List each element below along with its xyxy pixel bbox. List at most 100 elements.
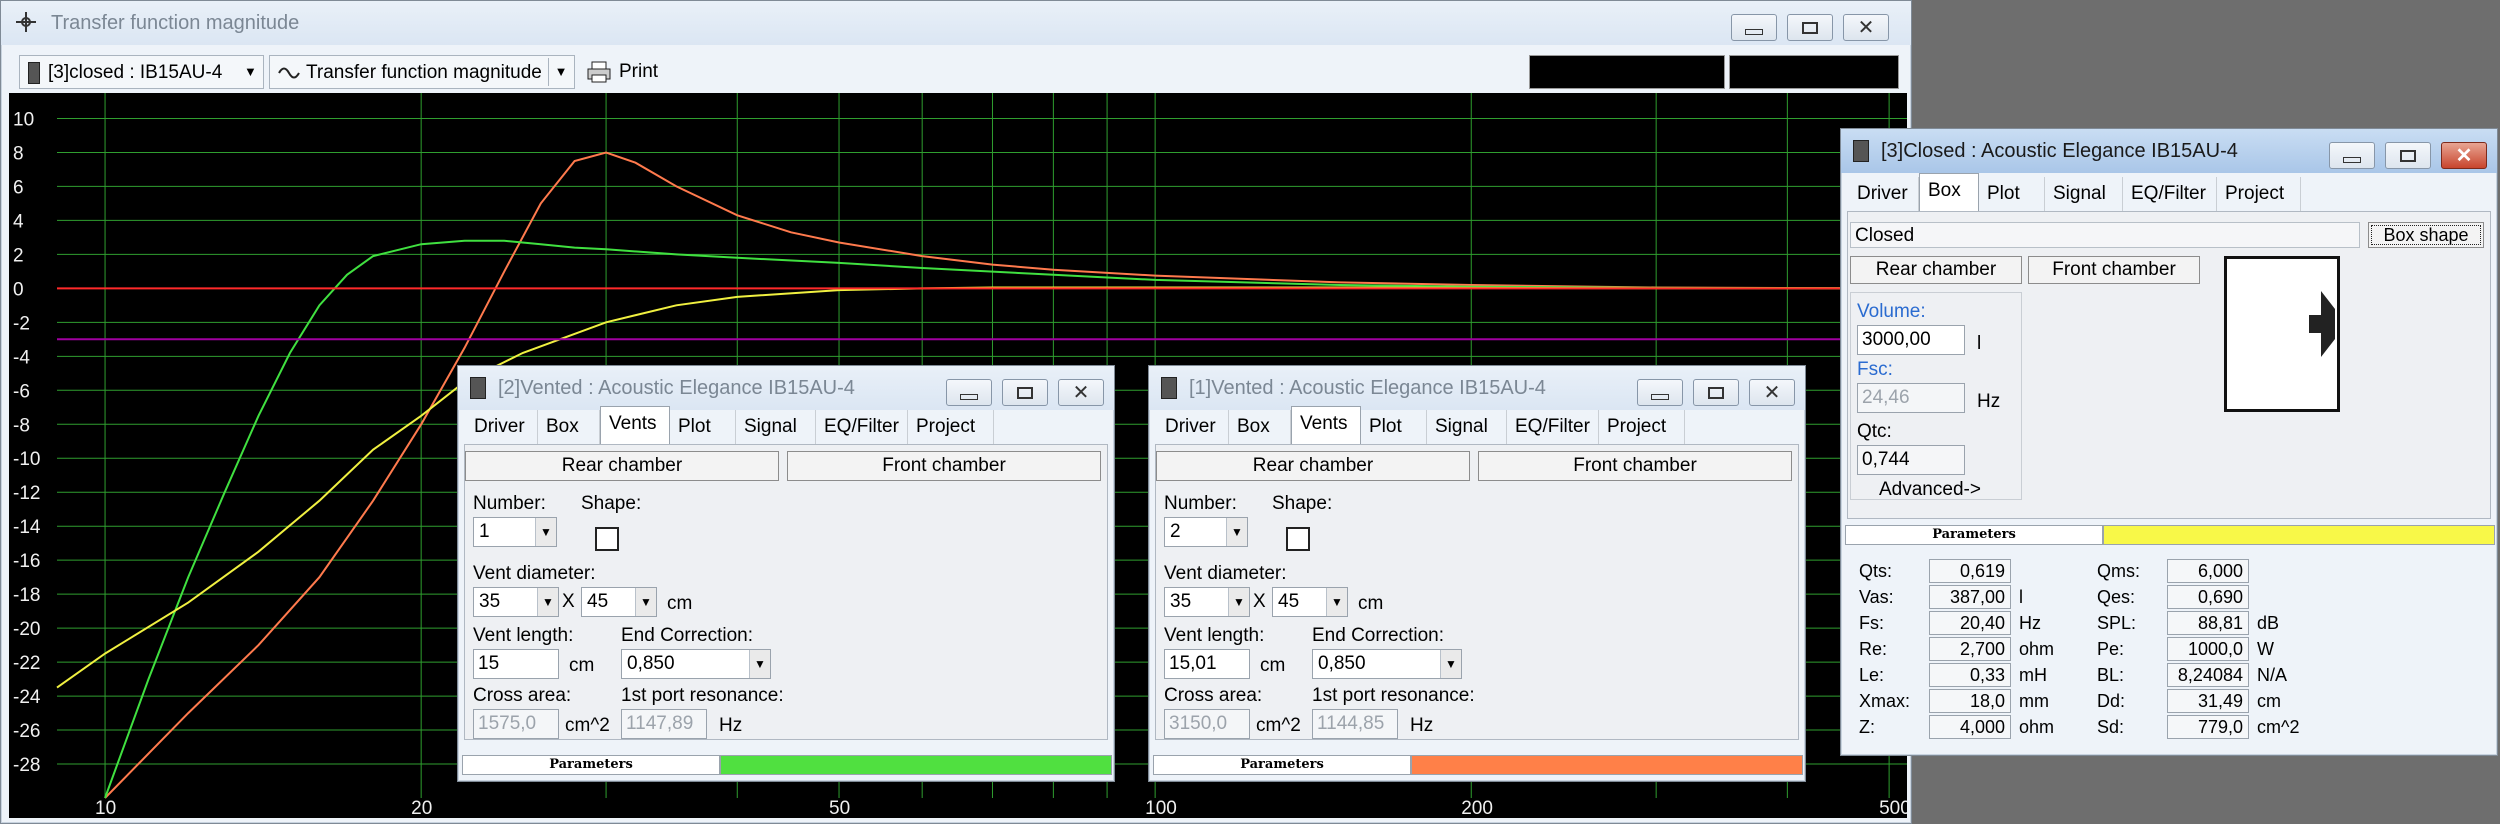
tab-project[interactable]: Project bbox=[2217, 177, 2301, 211]
vented1-panel: Rear chamber Front chamber Number: 2 ▼ Sh… bbox=[1155, 444, 1799, 740]
tab-signal[interactable]: Signal bbox=[736, 410, 816, 444]
vented2-minimize-button[interactable] bbox=[946, 379, 992, 406]
main-close-button[interactable]: ✕ bbox=[1843, 14, 1889, 41]
tab-eq-filter[interactable]: EQ/Filter bbox=[1507, 410, 1599, 444]
y-tick-label: 8 bbox=[13, 143, 24, 164]
vented1-titlebar[interactable]: [1]Vented : Acoustic Elegance IB15AU-4 ✕ bbox=[1149, 366, 1805, 410]
param-name: Le: bbox=[1859, 665, 1885, 685]
vented1-minimize-button[interactable] bbox=[1637, 379, 1683, 406]
param-name: SPL: bbox=[2097, 613, 2137, 633]
vented2-titlebar[interactable]: [2]Vented : Acoustic Elegance IB15AU-4 ✕ bbox=[458, 366, 1114, 410]
close-icon: ✕ bbox=[1072, 382, 1090, 404]
param-unit: mm bbox=[2019, 691, 2049, 711]
closed-titlebar[interactable]: [3]Closed : Acoustic Elegance IB15AU-4 ✕ bbox=[1841, 129, 2497, 173]
vent-length-input[interactable]: 15 bbox=[473, 649, 559, 679]
closed-minimize-button[interactable] bbox=[2329, 142, 2375, 169]
tab-eq-filter[interactable]: EQ/Filter bbox=[816, 410, 908, 444]
end-correction-select[interactable]: 0,850 ▼ bbox=[621, 649, 771, 679]
print-button[interactable]: Print bbox=[581, 55, 691, 89]
tab-plot[interactable]: Plot bbox=[1361, 410, 1427, 444]
tab-signal[interactable]: Signal bbox=[1427, 410, 1507, 444]
advanced-button[interactable]: Advanced-> bbox=[1879, 479, 1981, 501]
end-correction-select[interactable]: 0,850 ▼ bbox=[1312, 649, 1462, 679]
view-selector[interactable]: Transfer function magnitude ▼ bbox=[269, 55, 575, 89]
front-chamber-button[interactable]: Front chamber bbox=[787, 451, 1101, 481]
main-minimize-button[interactable] bbox=[1731, 14, 1777, 41]
vented1-params-header[interactable]: Parameters bbox=[1153, 755, 1803, 775]
qtc-label: Qtc: bbox=[1857, 421, 1892, 442]
rear-chamber-button[interactable]: Rear chamber bbox=[1156, 451, 1470, 481]
close-icon: ✕ bbox=[1763, 382, 1781, 404]
x-tick-label: 10 bbox=[95, 798, 116, 818]
port-resonance-unit: Hz bbox=[1410, 715, 1434, 736]
vent-diameter1-select[interactable]: 35 ▼ bbox=[473, 587, 559, 617]
fsc-field: 24,46 bbox=[1857, 383, 1965, 413]
shape-swatch[interactable] bbox=[1286, 527, 1310, 551]
tab-project[interactable]: Project bbox=[1599, 410, 1685, 444]
y-tick-label: 4 bbox=[13, 211, 24, 232]
front-chamber-button[interactable]: Front chamber bbox=[1478, 451, 1792, 481]
box-shape-button[interactable]: Box shape bbox=[2368, 222, 2484, 248]
number-select[interactable]: 2 ▼ bbox=[1164, 517, 1248, 547]
main-maximize-button[interactable] bbox=[1787, 14, 1833, 41]
end-correction-value: 0,850 bbox=[627, 653, 675, 674]
minimize-icon bbox=[960, 393, 978, 400]
param-name: Vas: bbox=[1859, 587, 1894, 607]
vent-length-input[interactable]: 15,01 bbox=[1164, 649, 1250, 679]
times-symbol: X bbox=[562, 591, 575, 612]
vented1-close-button[interactable]: ✕ bbox=[1749, 379, 1795, 406]
tab-box[interactable]: Box bbox=[1919, 173, 1979, 211]
y-tick-label: -16 bbox=[13, 551, 40, 572]
print-label: Print bbox=[619, 61, 659, 82]
tab-vents[interactable]: Vents bbox=[1291, 406, 1361, 444]
vented2-panel: Rear chamber Front chamber Number: 1 ▼ Sh… bbox=[464, 444, 1108, 740]
tab-driver[interactable]: Driver bbox=[466, 410, 538, 444]
cross-area-label: Cross area: bbox=[473, 685, 572, 706]
number-select[interactable]: 1 ▼ bbox=[473, 517, 557, 547]
vent-length-label: Vent length: bbox=[1164, 625, 1265, 646]
y-tick-label: -20 bbox=[13, 619, 40, 640]
fsc-unit: Hz bbox=[1977, 391, 2001, 412]
tab-driver[interactable]: Driver bbox=[1157, 410, 1229, 444]
vented1-maximize-button[interactable] bbox=[1693, 379, 1739, 406]
view-selector-label: Transfer function magnitude bbox=[306, 62, 542, 83]
volume-input[interactable]: 3000,00 bbox=[1857, 325, 1965, 355]
vented2-maximize-button[interactable] bbox=[1002, 379, 1048, 406]
tab-project[interactable]: Project bbox=[908, 410, 994, 444]
rear-chamber-button[interactable]: Rear chamber bbox=[465, 451, 779, 481]
closed-close-button[interactable]: ✕ bbox=[2441, 142, 2487, 169]
vent-diameter1-select[interactable]: 35 ▼ bbox=[1164, 587, 1250, 617]
tab-vents[interactable]: Vents bbox=[600, 406, 670, 444]
vented2-params-header[interactable]: Parameters bbox=[462, 755, 1112, 775]
shape-swatch[interactable] bbox=[595, 527, 619, 551]
tab-plot[interactable]: Plot bbox=[1979, 177, 2045, 211]
rear-chamber-button[interactable]: Rear chamber bbox=[1850, 256, 2022, 284]
minimize-icon bbox=[2343, 156, 2361, 163]
vented1-window: [1]Vented : Acoustic Elegance IB15AU-4 ✕… bbox=[1148, 365, 1806, 782]
tab-box[interactable]: Box bbox=[1229, 410, 1291, 444]
param-name: Z: bbox=[1859, 717, 1875, 737]
curve-selector[interactable]: [3]closed : IB15AU-4 ▼ bbox=[19, 55, 264, 89]
tab-signal[interactable]: Signal bbox=[2045, 177, 2123, 211]
closed-params-header[interactable]: Parameters bbox=[1845, 525, 2495, 545]
tab-plot[interactable]: Plot bbox=[670, 410, 736, 444]
vent-diameter2-select[interactable]: 45 ▼ bbox=[581, 587, 657, 617]
tab-box[interactable]: Box bbox=[538, 410, 600, 444]
main-titlebar[interactable]: Transfer function magnitude ✕ bbox=[1, 1, 1911, 45]
box-shape-label: Box shape bbox=[2383, 225, 2469, 245]
closed-maximize-button[interactable] bbox=[2385, 142, 2431, 169]
vent-diameter2-select[interactable]: 45 ▼ bbox=[1272, 587, 1348, 617]
vented2-close-button[interactable]: ✕ bbox=[1058, 379, 1104, 406]
param-name: Fs: bbox=[1859, 613, 1884, 633]
vent-diameter1-value: 35 bbox=[479, 591, 501, 612]
param-unit: W bbox=[2257, 639, 2274, 659]
crosshair-icon bbox=[15, 11, 37, 33]
tab-eq-filter[interactable]: EQ/Filter bbox=[2123, 177, 2217, 211]
rear-chamber-group: Volume: 3000,00 l Fsc: 24,46 Hz Qtc: 0,7… bbox=[1850, 292, 2022, 500]
front-chamber-button[interactable]: Front chamber bbox=[2028, 256, 2200, 284]
chevron-down-icon: ▼ bbox=[537, 588, 558, 616]
main-toolbar: [3]closed : IB15AU-4 ▼ Transfer function… bbox=[9, 55, 1907, 91]
box-type-field[interactable]: Closed bbox=[1850, 222, 2360, 248]
tab-driver[interactable]: Driver bbox=[1849, 177, 1919, 211]
cross-area-label: Cross area: bbox=[1164, 685, 1263, 706]
